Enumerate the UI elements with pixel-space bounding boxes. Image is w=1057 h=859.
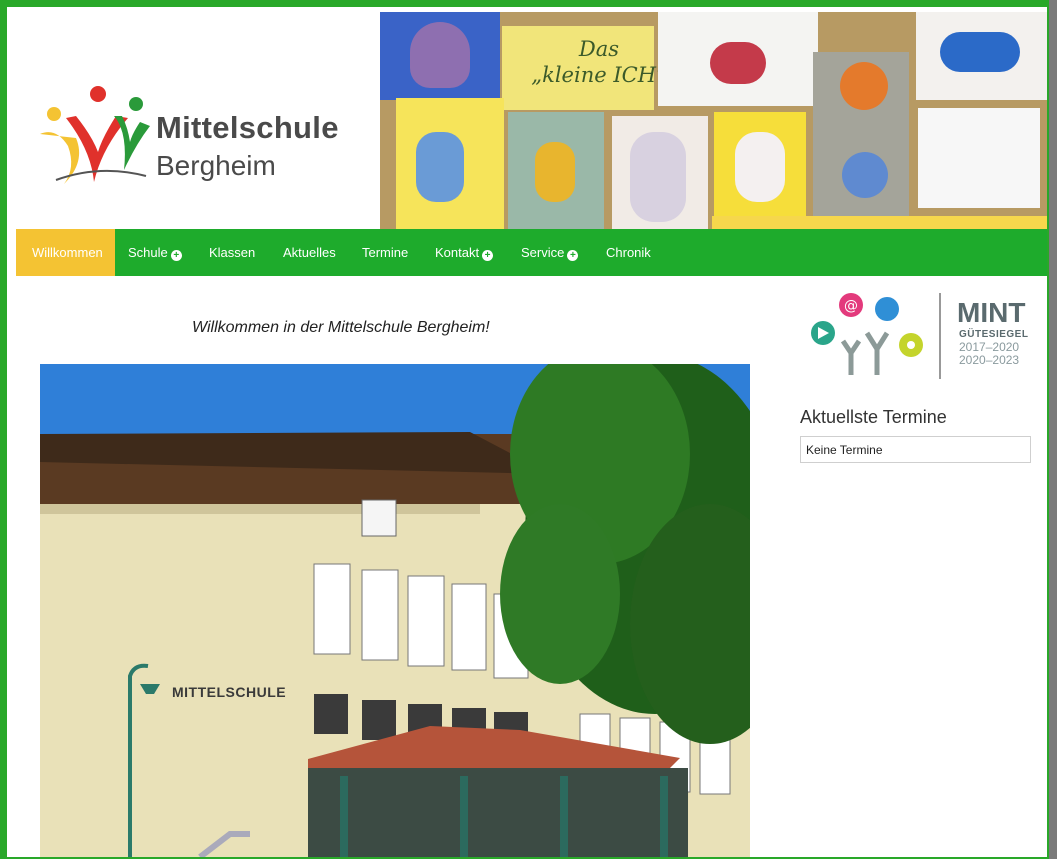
logo-text-line1: Mittelschule xyxy=(156,110,339,145)
mint-year-end-1: 2020 xyxy=(992,340,1020,354)
nav-item-chronik[interactable]: Chronik xyxy=(606,229,651,276)
termine-heading: Aktuellste Termine xyxy=(800,407,947,427)
welcome-heading: Willkommen in der Mittelschule Bergheim! xyxy=(192,319,490,336)
school-logo[interactable]: Mittelschule Bergheim xyxy=(36,72,366,192)
logo-figures-icon xyxy=(40,86,150,184)
header-banner-image: Das „kleine ICH“ xyxy=(380,12,1047,229)
mint-guetesiegel-badge[interactable]: @ MINT GÜTESIEGEL 2017–2020 2020–2023 xyxy=(807,283,1029,383)
mint-year-start-1: 2017 xyxy=(959,340,986,354)
nav-item-kontakt[interactable]: Kontakt + xyxy=(435,229,494,276)
main-navigation: Willkommen Schule + Klassen Aktuelles Ter… xyxy=(16,229,1047,276)
plus-circle-icon: + xyxy=(567,250,579,261)
nav-item-klassen[interactable]: Klassen xyxy=(209,229,255,276)
banner-caption: Das „kleine ICH“ xyxy=(531,37,667,87)
nav-item-termine[interactable]: Termine xyxy=(362,229,408,276)
mint-icons: @ xyxy=(811,293,923,375)
logo-text-line2: Bergheim xyxy=(156,150,276,181)
header: Mittelschule Bergheim Das „kleine ICH“ xyxy=(16,12,1047,229)
nav-item-schule[interactable]: Schule + xyxy=(128,229,182,276)
school-building-photo: MITTELSCHULE xyxy=(40,364,750,857)
nav-item-willkommen[interactable]: Willkommen xyxy=(16,229,115,276)
termine-list: Keine Termine xyxy=(800,436,1031,463)
nav-item-service[interactable]: Service + xyxy=(521,229,579,276)
mint-year-end-2: 2023 xyxy=(992,353,1020,367)
plus-circle-icon: + xyxy=(482,250,494,261)
building-sign: MITTELSCHULE xyxy=(172,684,287,700)
plus-circle-icon: + xyxy=(170,250,182,261)
mint-year-start-2: 2020 xyxy=(959,353,986,367)
mint-title: MINT xyxy=(957,297,1026,328)
mint-subtitle: GÜTESIEGEL xyxy=(959,329,1029,340)
svg-text:@: @ xyxy=(844,298,858,314)
nav-item-aktuelles[interactable]: Aktuelles xyxy=(283,229,336,276)
page: Mittelschule Bergheim Das „kleine ICH“ W… xyxy=(7,7,1047,857)
